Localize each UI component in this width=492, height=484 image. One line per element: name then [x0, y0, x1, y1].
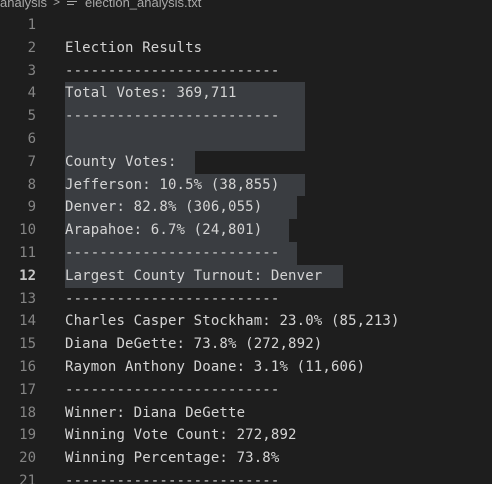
line-number: 11 [19, 244, 36, 261]
line-text[interactable]: ------------------------- [65, 470, 279, 484]
text-editor[interactable]: analysis > election_analysis.txt 1 2 Elect… [0, 0, 492, 484]
breadcrumb: analysis > election_analysis.txt [0, 0, 201, 10]
line-text[interactable]: ------------------------- [65, 288, 279, 311]
line-number: 20 [19, 450, 36, 467]
line-text[interactable]: Largest County Turnout: Denver [65, 265, 322, 288]
code-line[interactable]: 3 ------------------------- [0, 60, 492, 83]
text-file-icon [66, 0, 77, 6]
breadcrumb-separator: > [52, 0, 60, 9]
line-number: 17 [19, 381, 36, 398]
code-line[interactable]: 5 ------------------------- [0, 105, 492, 128]
line-number: 2 [27, 39, 36, 56]
code-line[interactable]: 13 ------------------------- [0, 288, 492, 311]
line-number: 6 [27, 130, 36, 147]
code-line[interactable]: 18 Winner: Diana DeGette [0, 402, 492, 425]
code-line[interactable]: 14 Charles Casper Stockham: 23.0% (85,213… [0, 310, 492, 333]
line-text[interactable]: Winner: Diana DeGette [65, 402, 245, 425]
code-lines[interactable]: 1 2 Election Results 3 ---------------------… [0, 14, 492, 484]
code-line[interactable]: 19 Winning Vote Count: 272,892 [0, 424, 492, 447]
line-number: 14 [19, 313, 36, 330]
code-line[interactable]: 2 Election Results [0, 37, 492, 60]
line-number: 19 [19, 427, 36, 444]
selection-highlight [65, 127, 305, 151]
line-number: 5 [27, 108, 36, 125]
code-line[interactable]: 12 Largest County Turnout: Denver [0, 264, 492, 288]
line-number: 21 [19, 472, 36, 484]
line-text[interactable]: ------------------------- [65, 60, 279, 83]
code-line[interactable]: 1 [0, 14, 492, 37]
line-number: 8 [27, 176, 36, 193]
line-text[interactable]: Raymon Anthony Doane: 3.1% (11,606) [65, 356, 365, 379]
code-line[interactable]: 21 ------------------------- [0, 470, 492, 484]
line-text[interactable]: Winning Percentage: 73.8% [65, 447, 279, 470]
code-line[interactable]: 10 Arapahoe: 6.7% (24,801) [0, 219, 492, 242]
line-number: 7 [27, 153, 36, 170]
line-text[interactable]: Election Results [65, 37, 202, 60]
code-line[interactable]: 16 Raymon Anthony Doane: 3.1% (11,606) [0, 356, 492, 379]
code-line[interactable]: 17 ------------------------- [0, 379, 492, 402]
breadcrumb-file[interactable]: election_analysis.txt [85, 0, 201, 10]
line-text[interactable]: Jefferson: 10.5% (38,855) [65, 174, 279, 197]
line-text[interactable]: Diana DeGette: 73.8% (272,892) [65, 333, 322, 356]
breadcrumb-folder[interactable]: analysis [0, 0, 47, 10]
line-text[interactable]: Charles Casper Stockham: 23.0% (85,213) [65, 310, 400, 333]
line-number: 16 [19, 358, 36, 375]
line-text[interactable]: Total Votes: 369,711 [65, 82, 237, 105]
line-number: 13 [19, 290, 36, 307]
code-line[interactable]: 15 Diana DeGette: 73.8% (272,892) [0, 333, 492, 356]
line-number: 3 [27, 62, 36, 79]
line-text[interactable]: Arapahoe: 6.7% (24,801) [65, 219, 262, 242]
code-line[interactable]: 9 Denver: 82.8% (306,055) [0, 196, 492, 220]
line-number: 10 [19, 222, 36, 239]
code-line[interactable]: 4 Total Votes: 369,711 [0, 82, 492, 106]
line-number: 1 [27, 17, 36, 33]
code-line[interactable]: 6 [0, 127, 492, 151]
line-text[interactable]: Denver: 82.8% (306,055) [65, 196, 262, 219]
code-line[interactable]: 11 ------------------------- [0, 241, 492, 265]
line-text[interactable]: ------------------------- [65, 242, 279, 265]
code-line[interactable]: 20 Winning Percentage: 73.8% [0, 447, 492, 470]
line-text[interactable]: ------------------------- [65, 105, 279, 128]
line-number: 12 [19, 267, 36, 284]
line-number: 4 [27, 85, 36, 102]
line-number: 18 [19, 404, 36, 421]
code-line[interactable]: 8 Jefferson: 10.5% (38,855) [0, 173, 492, 197]
code-line[interactable]: 7 County Votes: [0, 150, 492, 174]
line-number: 15 [19, 336, 36, 353]
line-number: 9 [27, 199, 36, 216]
line-text[interactable]: County Votes: [65, 151, 177, 174]
line-text[interactable]: Winning Vote Count: 272,892 [65, 424, 297, 447]
line-text[interactable]: ------------------------- [65, 379, 279, 402]
